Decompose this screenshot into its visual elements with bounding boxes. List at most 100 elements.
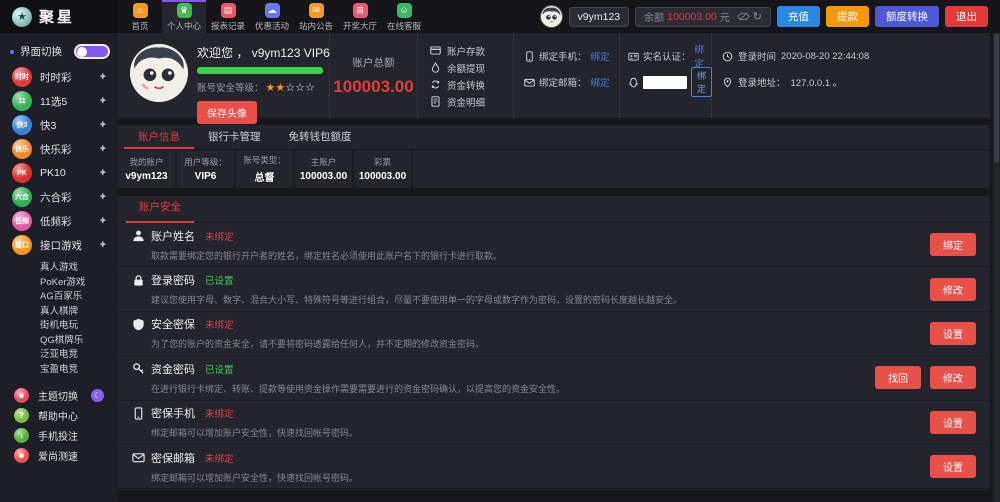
funds-transfer-icon	[430, 79, 441, 90]
security-row-desc: 绑定邮箱可以增加账户安全性，快速找回帐号密码。	[151, 471, 921, 484]
expand-plus-icon[interactable]: +	[100, 239, 106, 251]
expand-plus-icon[interactable]: +	[100, 143, 106, 155]
star-icon: ☆	[305, 82, 315, 94]
quick-link-withdraw-drop[interactable]: 余额提现	[430, 59, 513, 76]
quick-link-deposit-card[interactable]: 账户存款	[430, 42, 513, 59]
security-action-button[interactable]: 绑定	[930, 233, 976, 256]
sidebar-game-item[interactable]: 时时 时时彩 +	[0, 65, 118, 89]
moon-icon[interactable]: ☾	[91, 389, 104, 402]
sidebar-game-item[interactable]: PK PK10 +	[0, 161, 118, 185]
nav-label: 站内公告	[299, 20, 333, 32]
sidebar-footer-item[interactable]: ↓ 手机投注	[0, 425, 118, 445]
security-row: 登录密码 已设置 建议您使用字母、数字、混合大小写、特殊符号等进行组合，尽量不要…	[118, 267, 990, 311]
login-addr-row: 登录地址： 127.0.0.1 。	[722, 74, 990, 90]
nav-item-promotions[interactable]: ☁ 优惠活动	[250, 0, 294, 33]
security-action-button[interactable]: 设置	[930, 455, 976, 478]
sidebar-game-item[interactable]: 11 11选5 +	[0, 89, 118, 113]
sidebar-game-item[interactable]: 快3 快3 +	[0, 113, 118, 137]
tab[interactable]: 银行卡管理	[194, 125, 275, 149]
sidebar-sub-item[interactable]: 街机电玩	[0, 317, 118, 332]
expand-plus-icon[interactable]: +	[100, 191, 106, 203]
userbar-buttons: 充值提款额度转换退出	[777, 6, 988, 27]
game-label: 低频彩	[40, 214, 100, 229]
deposit-button[interactable]: 充值	[777, 6, 820, 27]
expand-plus-icon[interactable]: +	[100, 167, 106, 179]
quick-link-funds-transfer[interactable]: 资金转换	[430, 76, 513, 93]
nav-label: 首页	[131, 20, 148, 32]
nav-item-user-center[interactable]: ♛ 个人中心	[162, 0, 206, 33]
game-label: 快3	[40, 118, 100, 133]
sidebar-game-item[interactable]: 快乐 快乐彩 +	[0, 137, 118, 161]
nav-item-customer-service[interactable]: ☺ 在线客服	[382, 0, 426, 33]
security-row-status: 未绑定	[205, 229, 234, 243]
tab[interactable]: 免转钱包额度	[275, 125, 366, 149]
vip-badge: VIP6	[304, 46, 330, 60]
expand-plus-icon[interactable]: +	[100, 95, 106, 107]
sidebar-game-item[interactable]: 低频 低频彩 +	[0, 209, 118, 233]
expand-plus-icon[interactable]: +	[100, 215, 106, 227]
star-icon: ☆	[285, 82, 295, 94]
game-sphere-icon: 11	[12, 91, 32, 111]
security-stars: ★★☆☆☆	[266, 78, 315, 96]
security-level-row: 账号安全等级： ★★☆☆☆	[197, 78, 330, 96]
nav-item-home[interactable]: ⌂ 首页	[118, 0, 162, 33]
username-pill[interactable]: v9ym123	[569, 7, 630, 27]
security-row-status: 已设置	[205, 362, 234, 376]
star-icon: ★	[266, 82, 276, 94]
profile-avatar[interactable]	[130, 44, 188, 102]
cell-header: 我的账户	[129, 156, 163, 168]
cell-value: 100003.00	[359, 171, 406, 182]
funds-detail-icon	[430, 96, 441, 107]
nav-label: 开奖大厅	[343, 20, 377, 32]
security-action-button[interactable]: 找回	[875, 366, 921, 389]
sidebar-sub-item[interactable]: 真人棋牌	[0, 303, 118, 318]
account-table-cell: 我的账户 v9ym123	[118, 150, 177, 188]
sidebar-sub-item[interactable]: AG百家乐	[0, 288, 118, 303]
bind-phone-link[interactable]: 绑定	[591, 49, 610, 63]
scrollbar[interactable]	[993, 33, 1000, 502]
game-label: 11选5	[40, 94, 100, 109]
sidebar-footer-item[interactable]: ☻ 爱尚测速	[0, 445, 118, 465]
avatar[interactable]	[540, 5, 563, 28]
home-icon: ⌂	[133, 3, 148, 18]
security-rows: 账户姓名 未绑定 取款需要绑定您的银行开户者的姓名，绑定姓名必须使用此账户名下的…	[118, 223, 990, 489]
refresh-icon[interactable]: ↻	[753, 10, 762, 23]
withdraw-button[interactable]: 提款	[826, 6, 869, 27]
sidebar-sub-item[interactable]: 泛亚电竞	[0, 346, 118, 361]
eye-icon[interactable]	[737, 12, 750, 21]
security-action-button[interactable]: 修改	[930, 366, 976, 389]
expand-plus-icon[interactable]: +	[100, 119, 106, 131]
quota-transfer-button[interactable]: 额度转换	[875, 6, 939, 27]
qq-input[interactable]	[643, 76, 687, 89]
security-row-status: 已设置	[205, 273, 234, 287]
bind-email-link[interactable]: 绑定	[591, 75, 610, 89]
security-action-button[interactable]: 设置	[930, 411, 976, 434]
tab-bar: 账户信息银行卡管理免转钱包额度	[118, 125, 990, 150]
save-avatar-button[interactable]: 保存头像	[197, 101, 257, 124]
account-table-cell: 用户等级： VIP6	[177, 150, 236, 188]
quick-link-funds-detail[interactable]: 资金明细	[430, 93, 513, 110]
sidebar-sub-item[interactable]: 真人游戏	[0, 259, 118, 274]
quick-links: 账户存款 余额提现 资金转换 资金明细	[418, 33, 514, 118]
scrollbar-thumb[interactable]	[994, 33, 999, 163]
nav-item-lottery-hall[interactable]: ⊞ 开奖大厅	[338, 0, 382, 33]
security-action-button[interactable]: 设置	[930, 322, 976, 345]
sidebar-footer-item[interactable]: ? 帮助中心	[0, 405, 118, 425]
expand-plus-icon[interactable]: +	[100, 71, 106, 83]
ui-switch-toggle[interactable]	[74, 44, 110, 59]
nav-item-reports[interactable]: ▤ 报表记录	[206, 0, 250, 33]
tab[interactable]: 账户信息	[124, 125, 194, 149]
nav-item-announcements[interactable]: ✉ 站内公告	[294, 0, 338, 33]
logout-button[interactable]: 退出	[945, 6, 988, 27]
realname-link[interactable]: 绑定	[695, 42, 711, 70]
sidebar-game-item[interactable]: 接口 接口游戏 +	[0, 233, 118, 257]
sidebar-sub-item[interactable]: 宝盈电竞	[0, 361, 118, 376]
sidebar-game-item[interactable]: 六合 六合彩 +	[0, 185, 118, 209]
sidebar-footer-item[interactable]: ☻ 主题切换 ☾	[0, 385, 118, 405]
qq-bind-button[interactable]: 绑定	[691, 67, 712, 97]
qq-penguin-icon	[628, 77, 639, 88]
security-row-title: 账户姓名	[151, 228, 195, 244]
sidebar-sub-item[interactable]: PoKer游戏	[0, 274, 118, 289]
security-action-button[interactable]: 修改	[930, 278, 976, 301]
sidebar-sub-item[interactable]: QG棋牌乐	[0, 332, 118, 347]
